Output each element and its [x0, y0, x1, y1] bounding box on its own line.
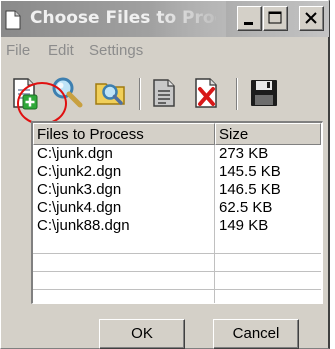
title-bar[interactable]: Choose Files to Proce...	[1, 1, 329, 37]
document-app-icon	[5, 10, 21, 30]
save-icon	[251, 80, 277, 106]
table-row[interactable]: C:\junk2.dgn 145.5 KB	[33, 163, 321, 181]
empty-row-line	[33, 289, 321, 290]
close-button[interactable]	[299, 6, 324, 31]
file-name: C:\junk2.dgn	[37, 163, 122, 180]
document-icon	[153, 79, 175, 107]
document-button[interactable]	[145, 74, 183, 112]
highlight-circle	[17, 82, 67, 125]
empty-row-line	[33, 271, 321, 272]
column-header-size[interactable]: Size	[215, 123, 321, 145]
find-folder-icon	[95, 83, 125, 105]
menu-edit[interactable]: Edit	[48, 42, 74, 59]
minimize-button[interactable]	[237, 6, 262, 31]
file-name: C:\junk4.dgn	[37, 199, 122, 216]
file-name: C:\junk88.dgn	[37, 217, 130, 234]
column-divider	[214, 145, 215, 303]
file-size: 149 KB	[219, 217, 269, 234]
find-folder-button[interactable]	[92, 74, 130, 112]
choose-files-dialog: Choose Files to Proce... File Edit Setti…	[0, 0, 330, 349]
table-row[interactable]: C:\junk.dgn 273 KB	[33, 145, 321, 163]
file-size: 146.5 KB	[219, 181, 281, 198]
menu-file[interactable]: File	[6, 42, 30, 59]
file-size: 62.5 KB	[219, 199, 273, 216]
column-header-files[interactable]: Files to Process	[33, 123, 215, 145]
delete-file-button[interactable]	[188, 74, 226, 112]
save-button[interactable]	[245, 74, 283, 112]
minimize-icon	[244, 22, 253, 25]
empty-row-line	[33, 253, 321, 254]
file-name: C:\junk.dgn	[37, 145, 113, 162]
table-row[interactable]: C:\junk3.dgn 146.5 KB	[33, 181, 321, 199]
toolbar-separator-2	[236, 78, 238, 110]
title-fade	[151, 1, 226, 37]
file-size: 273 KB	[219, 145, 269, 162]
delete-file-icon	[195, 78, 217, 108]
cancel-button[interactable]: Cancel	[213, 319, 299, 349]
file-size: 145.5 KB	[219, 163, 281, 180]
ok-button[interactable]: OK	[99, 319, 185, 349]
table-row[interactable]: C:\junk4.dgn 62.5 KB	[33, 199, 321, 217]
close-icon	[305, 12, 317, 24]
menu-settings[interactable]: Settings	[89, 42, 143, 59]
table-row[interactable]: C:\junk88.dgn 149 KB	[33, 217, 321, 235]
file-list[interactable]: Files to Process Size C:\junk.dgn 273 KB…	[31, 121, 323, 304]
menu-bar: File Edit Settings	[1, 38, 329, 63]
file-name: C:\junk3.dgn	[37, 181, 122, 198]
toolbar-separator	[139, 78, 141, 110]
maximize-button[interactable]	[263, 6, 288, 31]
file-list-header: Files to Process Size	[33, 123, 321, 145]
maximize-icon	[268, 11, 282, 24]
